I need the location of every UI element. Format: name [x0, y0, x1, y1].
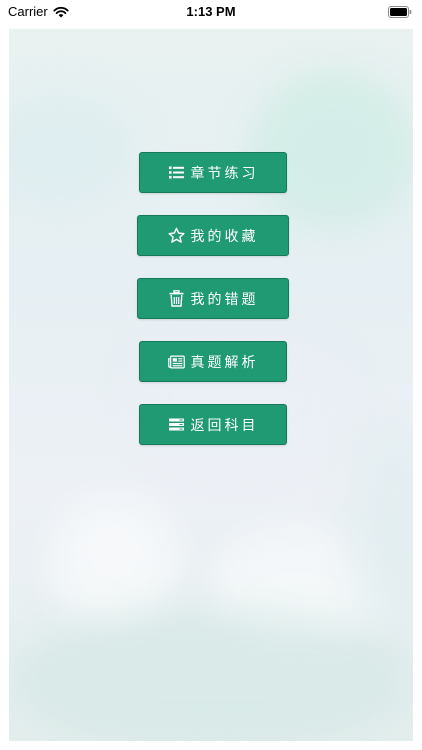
- back-to-subjects-label: 返回科目: [190, 417, 259, 434]
- background-blur: [9, 89, 139, 209]
- exam-analysis-label: 真题解析: [190, 354, 259, 371]
- my-mistakes-label: 我的错题: [190, 291, 259, 308]
- status-bar: Carrier 1:13 PM: [0, 0, 422, 24]
- exam-analysis-button[interactable]: 真题解析: [139, 341, 287, 382]
- back-to-subjects-button[interactable]: 返回科目: [139, 404, 287, 445]
- content-area: [9, 29, 413, 741]
- my-mistakes-button[interactable]: 我的错题: [137, 278, 289, 319]
- background-blur: [249, 69, 413, 229]
- background-blur: [9, 609, 413, 741]
- my-favorites-label: 我的收藏: [190, 228, 259, 245]
- stack-icon: [168, 416, 185, 433]
- clock-time: 1:13 PM: [186, 4, 236, 19]
- battery-icon: [388, 6, 412, 18]
- chapter-practice-button[interactable]: 章节练习: [139, 152, 287, 193]
- my-favorites-button[interactable]: 我的收藏: [137, 215, 289, 256]
- chapter-practice-label: 章节练习: [190, 165, 259, 182]
- star-icon: [167, 227, 185, 244]
- app-screen: Carrier 1:13 PM 章节练习 我的收藏 我的错题 真题解析 返回科目: [0, 0, 422, 750]
- list-icon: [168, 164, 185, 181]
- background-blur: [49, 499, 179, 629]
- trash-icon: [168, 290, 185, 307]
- newspaper-icon: [167, 353, 185, 370]
